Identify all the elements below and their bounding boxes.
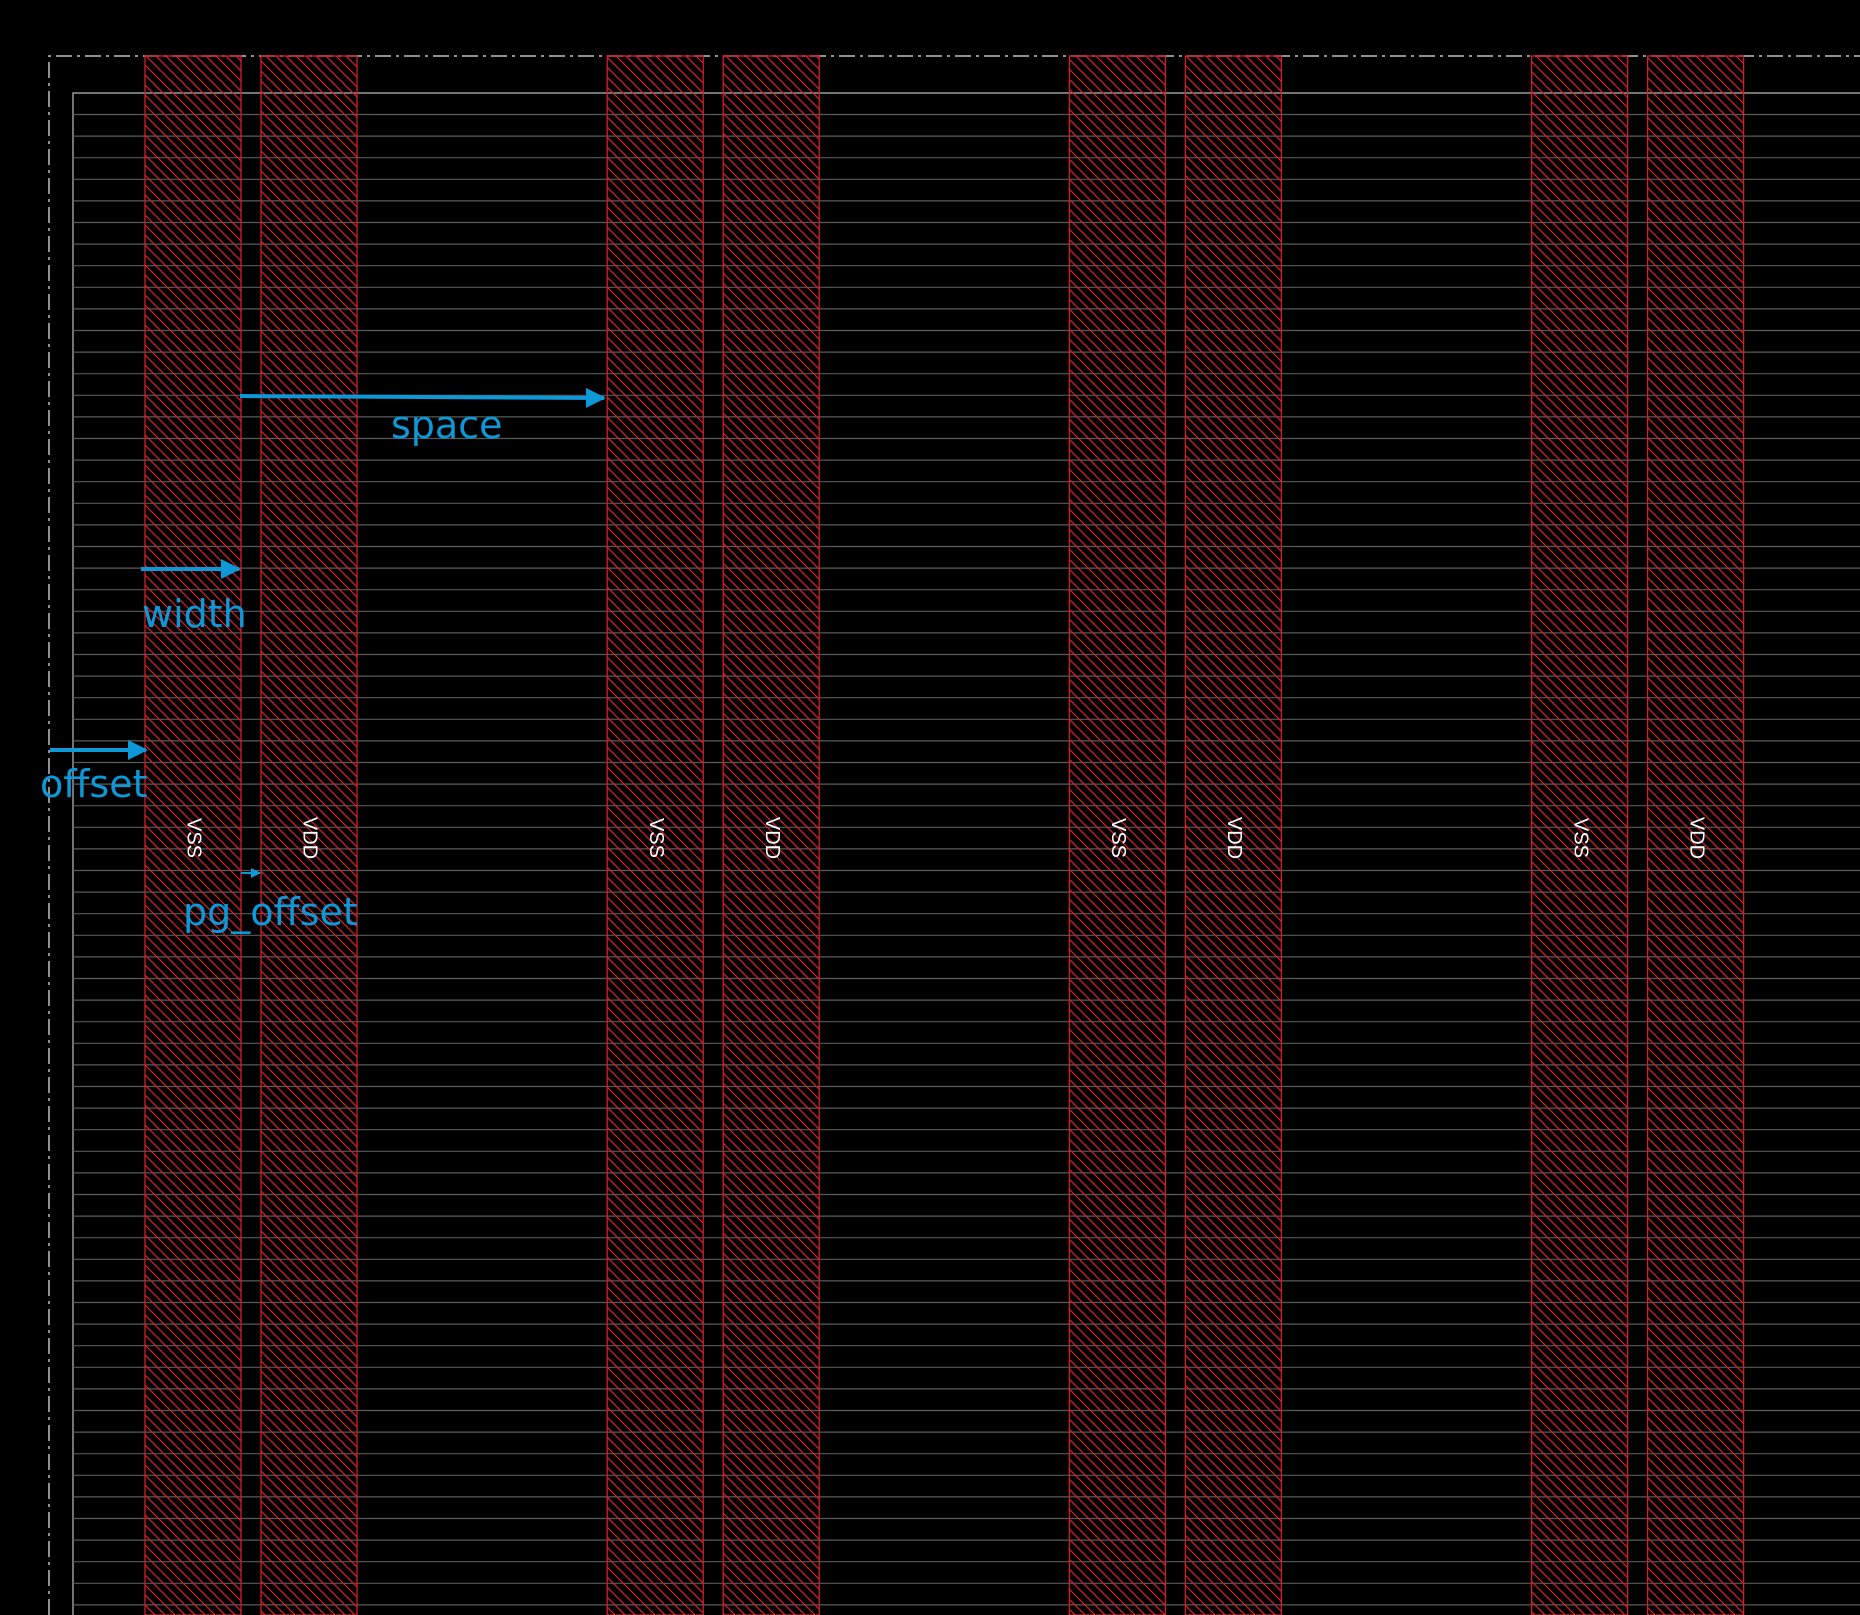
power-stripes <box>144 55 1745 1615</box>
net-label-vss: VSS <box>1107 818 1129 858</box>
space-arrow-icon <box>239 387 606 408</box>
net-label-vdd: VDD <box>299 817 321 859</box>
net-label-vdd: VDD <box>1223 817 1245 859</box>
offset-label: offset <box>40 762 148 806</box>
net-label-vss: VSS <box>183 818 205 858</box>
net-labels: VSS VDD VSS VDD VSS VDD VSS VDD <box>183 817 1708 859</box>
layout-view: VSS VDD VSS VDD VSS VDD VSS VDD space width off… <box>40 55 1860 1615</box>
pg-offset-label: pg_offset <box>183 890 358 934</box>
net-label-vss: VSS <box>645 818 667 858</box>
net-label-vss: VSS <box>1569 818 1591 858</box>
net-label-vdd: VDD <box>1685 817 1707 859</box>
width-label: width <box>142 592 247 636</box>
net-label-vdd: VDD <box>761 817 783 859</box>
space-label: space <box>391 403 502 447</box>
